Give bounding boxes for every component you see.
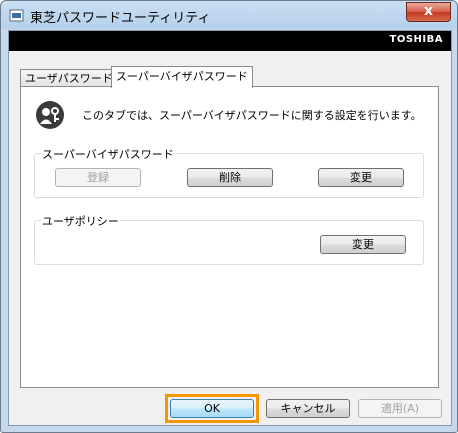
toshiba-logo: TOSHIBA (389, 34, 443, 45)
register-button[interactable]: 登録 (55, 168, 141, 187)
cancel-button[interactable]: キャンセル (266, 399, 350, 418)
close-button[interactable]: x (406, 2, 451, 22)
user-policy-group: ユーザポリシー 変更 (34, 213, 424, 265)
policy-change-button[interactable]: 変更 (320, 235, 406, 254)
user-policy-group-label: ユーザポリシー (41, 213, 120, 229)
supervisor-group-label: スーパーバイザパスワード (41, 146, 175, 162)
supervisor-change-button[interactable]: 変更 (318, 168, 404, 187)
tab-supervisor-password[interactable]: スーパーバイザパスワード (111, 66, 253, 88)
info-text: このタブでは、スーパーバイザパスワードに関する設定を行います。 (82, 109, 422, 122)
client-area: TOSHIBA ユーザパスワード スーパーバイザパスワード このタブでは、スーパ… (8, 30, 452, 426)
supervisor-group: スーパーバイザパスワード 登録 削除 変更 (34, 146, 424, 198)
title-bar[interactable]: 東芝パスワードユーティリティ x (1, 1, 457, 31)
app-icon (9, 9, 25, 23)
tab-user-password[interactable]: ユーザパスワード (20, 69, 118, 87)
ok-button[interactable]: OK (170, 399, 254, 418)
brand-bar: TOSHIBA (9, 31, 451, 51)
window-title: 東芝パスワードユーティリティ (30, 11, 211, 26)
delete-button[interactable]: 削除 (187, 168, 273, 187)
apply-button[interactable]: 適用(A) (358, 399, 442, 418)
user-key-icon (35, 100, 65, 130)
app-window: 東芝パスワードユーティリティ x TOSHIBA ユーザパスワード スーパーバイ… (0, 0, 458, 433)
tab-panel: このタブでは、スーパーバイザパスワードに関する設定を行います。 スーパーバイザパ… (20, 86, 439, 388)
